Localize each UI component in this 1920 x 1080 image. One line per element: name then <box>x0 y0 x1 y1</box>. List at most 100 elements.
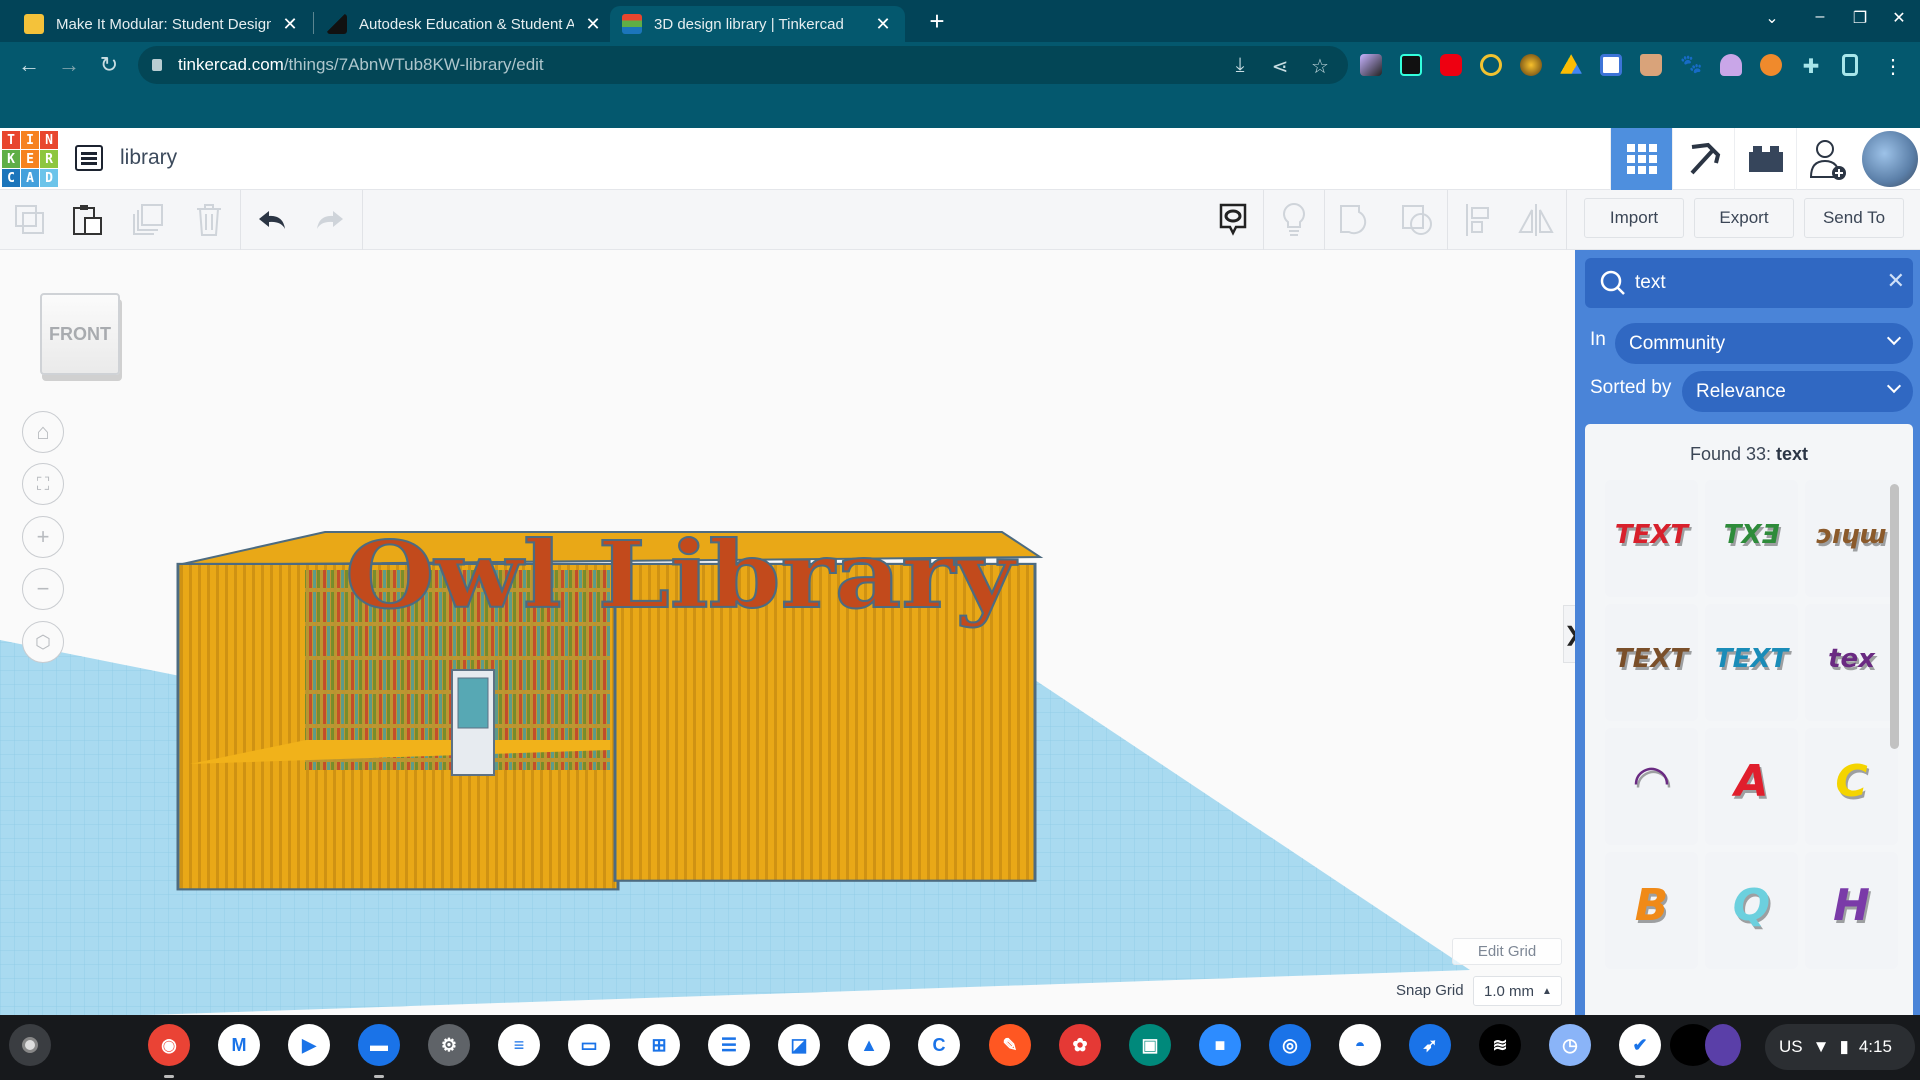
snap-grid-select[interactable]: 1.0 mm ▲ <box>1473 976 1562 1006</box>
side-panel-icon[interactable] <box>1842 54 1858 76</box>
result-item[interactable]: B <box>1605 852 1698 969</box>
design-list-icon[interactable] <box>75 145 103 171</box>
sort-select[interactable]: Relevance <box>1682 371 1913 412</box>
import-button[interactable]: Import <box>1584 198 1684 238</box>
reload-icon[interactable]: ↻ <box>94 52 124 78</box>
app-zoom[interactable]: ■ <box>1199 1024 1241 1066</box>
undo-button[interactable] <box>252 200 292 240</box>
delete-button[interactable] <box>189 200 229 240</box>
app-docs[interactable]: ≡ <box>498 1024 540 1066</box>
paw-extension-icon[interactable]: 🐾 <box>1680 54 1702 76</box>
result-item[interactable]: TXƎ <box>1705 480 1798 597</box>
app-spotify[interactable]: ≋ <box>1479 1024 1521 1066</box>
close-tab-icon[interactable]: ✕ <box>873 14 893 35</box>
app-files[interactable]: ▬ <box>358 1024 400 1066</box>
copy-button[interactable] <box>10 200 50 240</box>
app-paint-app[interactable]: ✿ <box>1059 1024 1101 1066</box>
result-item[interactable]: H <box>1805 852 1898 969</box>
screen-record-extension-icon[interactable] <box>1600 54 1622 76</box>
share-icon[interactable]: ⋖ <box>1268 54 1292 79</box>
app-slides[interactable]: ▭ <box>568 1024 610 1066</box>
result-item[interactable]: TEXT <box>1705 604 1798 721</box>
user-avatar[interactable] <box>1862 131 1918 187</box>
tab-search-icon[interactable]: ⌄ <box>1757 8 1787 28</box>
app-web-store[interactable]: ◓ <box>1339 1024 1381 1066</box>
app-clock[interactable]: ◷ <box>1549 1024 1591 1066</box>
address-bar[interactable]: tinkercad.com/things/7AbnWTub8KW-library… <box>138 46 1348 84</box>
duplicate-button[interactable] <box>128 200 168 240</box>
redo-button[interactable] <box>310 200 350 240</box>
result-item[interactable]: C <box>1805 728 1898 845</box>
app-play-store[interactable]: ▶ <box>288 1024 330 1066</box>
new-tab-button[interactable]: + <box>922 6 952 37</box>
app-c-app[interactable]: C <box>918 1024 960 1066</box>
paste-button[interactable] <box>68 200 108 240</box>
bee-extension-icon[interactable] <box>1520 54 1542 76</box>
bookmark-star-icon[interactable]: ☆ <box>1308 54 1332 79</box>
restore-icon[interactable]: ❐ <box>1845 8 1875 28</box>
result-item[interactable]: ᴐıɥɯ <box>1805 480 1898 597</box>
result-item[interactable]: A <box>1705 728 1798 845</box>
mirror-button[interactable] <box>1516 200 1556 240</box>
browser-tab-active[interactable]: 3D design library | Tinkercad ✕ <box>610 6 905 42</box>
puzzle-extensions-icon[interactable]: ✚ <box>1800 54 1822 78</box>
app-pdf[interactable]: ◪ <box>778 1024 820 1066</box>
docs-extension-icon[interactable] <box>1400 54 1422 76</box>
blocks-view-button[interactable] <box>1672 128 1734 190</box>
drive-extension-icon[interactable] <box>1560 54 1582 74</box>
zoom-out-button[interactable]: − <box>22 568 64 610</box>
bricks-view-button[interactable] <box>1734 128 1796 190</box>
notes-button[interactable] <box>1213 200 1253 240</box>
browser-tab[interactable]: Make It Modular: Student Design ✕ <box>12 6 312 42</box>
view-cube[interactable]: FRONT <box>40 293 120 375</box>
send-to-button[interactable]: Send To <box>1804 198 1904 238</box>
browser-tab[interactable]: Autodesk Education & Student Access ✕ <box>315 6 615 42</box>
show-all-button[interactable] <box>1274 200 1314 240</box>
fit-view-button[interactable]: ⛶ <box>22 463 64 505</box>
app-settings[interactable]: ⚙ <box>428 1024 470 1066</box>
result-item[interactable]: ◠ <box>1605 728 1698 845</box>
coin-extension-icon[interactable] <box>1480 54 1502 76</box>
align-button[interactable] <box>1458 200 1498 240</box>
results-scrollbar[interactable] <box>1890 484 1899 749</box>
coffee-extension-icon[interactable] <box>1640 54 1662 76</box>
back-icon[interactable]: ← <box>14 52 44 78</box>
export-button[interactable]: Export <box>1694 198 1794 238</box>
zoom-in-button[interactable]: + <box>22 516 64 558</box>
install-app-icon[interactable]: ⤓ <box>1228 54 1252 77</box>
3d-design-view-button[interactable] <box>1610 128 1672 190</box>
minimize-icon[interactable]: – <box>1805 8 1835 26</box>
invite-user-button[interactable] <box>1796 128 1858 190</box>
app-chrome[interactable]: ◉ <box>148 1024 190 1066</box>
close-tab-icon[interactable]: ✕ <box>280 14 300 35</box>
category-select[interactable]: Community <box>1615 323 1913 364</box>
tinkercad-logo[interactable]: T I N K E R C A D <box>2 131 58 187</box>
app-classroom[interactable]: ▣ <box>1129 1024 1171 1066</box>
app-pen-app[interactable]: ✎ <box>989 1024 1031 1066</box>
launcher-button[interactable] <box>9 1024 51 1066</box>
collapse-panel-button[interactable]: ❯ <box>1563 605 1575 663</box>
clear-search-icon[interactable]: ✕ <box>1887 268 1905 294</box>
app-camera[interactable]: ◎ <box>1269 1024 1311 1066</box>
close-window-icon[interactable]: ✕ <box>1884 8 1914 28</box>
avatar-extension-icon[interactable] <box>1720 54 1742 76</box>
edit-grid-button[interactable]: Edit Grid <box>1452 938 1562 965</box>
cursor-extension-icon[interactable] <box>1360 54 1382 76</box>
group-button[interactable] <box>1335 200 1375 240</box>
app-rocket-app[interactable]: ➶ <box>1409 1024 1451 1066</box>
result-item[interactable]: TEXT <box>1605 604 1698 721</box>
status-tray[interactable]: US ▼ ▮ 4:15 <box>1765 1024 1915 1070</box>
forward-icon[interactable]: → <box>54 52 84 78</box>
design-title[interactable]: library <box>120 146 177 170</box>
app-forms[interactable]: ☰ <box>708 1024 750 1066</box>
app-drive[interactable]: ▲ <box>848 1024 890 1066</box>
search-input[interactable] <box>1635 272 1875 294</box>
home-view-button[interactable]: ⌂ <box>22 411 64 453</box>
app-gmail[interactable]: M <box>218 1024 260 1066</box>
result-item[interactable]: TEXT <box>1605 480 1698 597</box>
close-tab-icon[interactable]: ✕ <box>583 14 603 35</box>
open-window-preview[interactable] <box>1705 1024 1741 1066</box>
menu-icon[interactable]: ⋮ <box>1882 54 1904 78</box>
app-sheets[interactable]: ⊞ <box>638 1024 680 1066</box>
result-item[interactable]: Q <box>1705 852 1798 969</box>
